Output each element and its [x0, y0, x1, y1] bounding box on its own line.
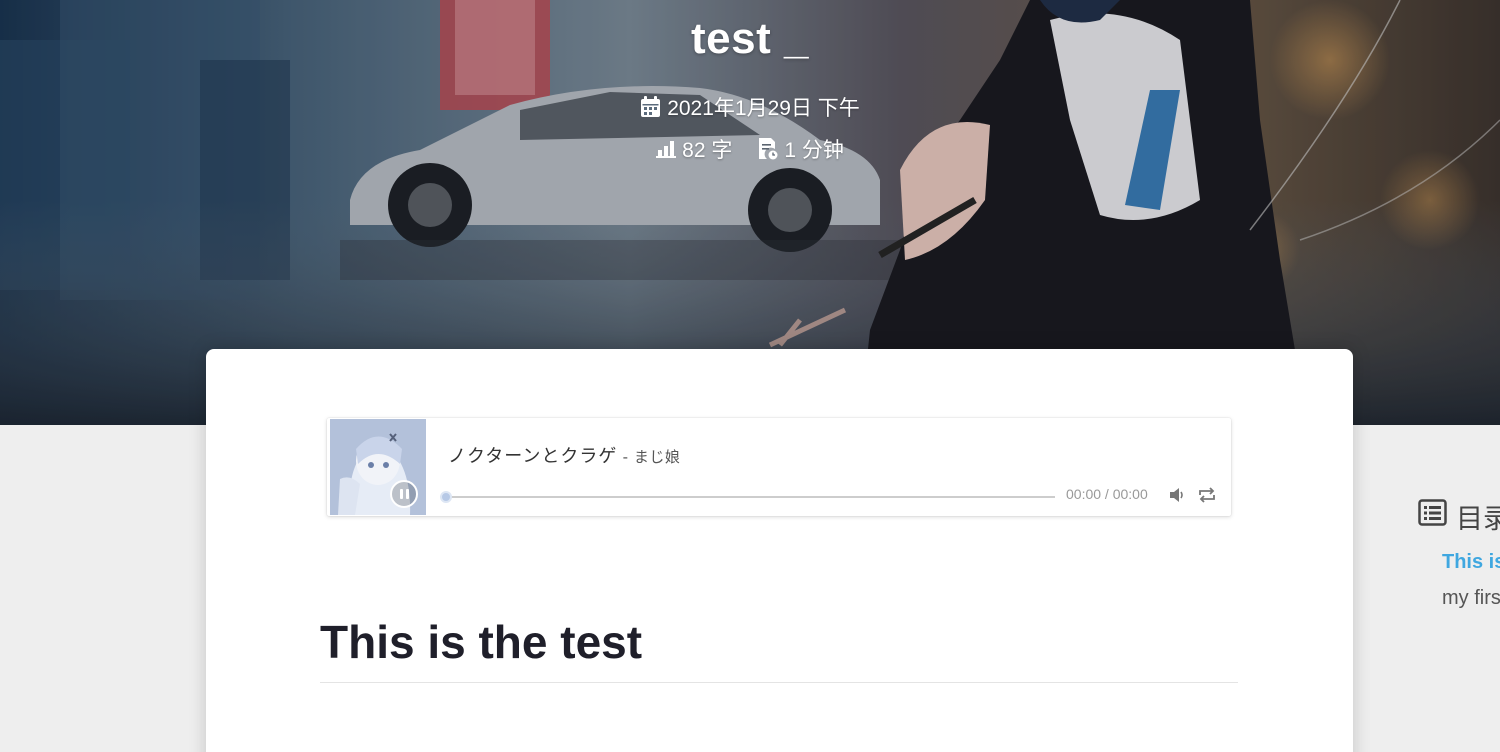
- post-stats-line: 82 字 1 分钟: [0, 134, 1500, 164]
- article-heading: This is the test: [320, 616, 643, 668]
- toc-heading: 目录: [1418, 497, 1500, 536]
- song-title: ノクターンとクラゲ: [448, 446, 618, 467]
- progress-handle[interactable]: [440, 491, 452, 503]
- loop-icon[interactable]: [1198, 487, 1216, 508]
- pause-icon[interactable]: [390, 480, 418, 508]
- calendar-icon: [640, 96, 661, 118]
- word-count: 82 字: [682, 139, 733, 162]
- play-time: 00:00 / 00:00: [1066, 486, 1148, 502]
- volume-icon[interactable]: [1169, 487, 1185, 508]
- toc-item-this-is[interactable]: This is: [1442, 551, 1500, 574]
- table-of-contents: 目录 This is my firs: [1418, 497, 1500, 609]
- toc-title: 目录: [1456, 504, 1500, 534]
- post-card: ノクターンとクラゲ - まじ娘 00:00 / 00:00 This is th…: [206, 349, 1353, 752]
- music-player: ノクターンとクラゲ - まじ娘 00:00 / 00:00: [327, 418, 1231, 516]
- song-info: ノクターンとクラゲ - まじ娘: [448, 442, 680, 468]
- post-date: 2021年1月29日 下午: [667, 97, 860, 120]
- progress-bar[interactable]: [445, 496, 1055, 498]
- post-title: test _: [691, 14, 809, 63]
- heading-divider: [320, 682, 1238, 683]
- list-icon: [1418, 499, 1448, 534]
- toc-item-my-first[interactable]: my firs: [1442, 587, 1500, 610]
- album-cover: [330, 419, 426, 515]
- post-date-line: 2021年1月29日 下午: [0, 92, 1500, 122]
- reading-time-icon: [758, 138, 778, 160]
- bar-chart-icon: [656, 140, 677, 158]
- song-separator: -: [617, 448, 634, 466]
- song-artist: まじ娘: [633, 448, 681, 466]
- read-time: 1 分钟: [784, 139, 844, 162]
